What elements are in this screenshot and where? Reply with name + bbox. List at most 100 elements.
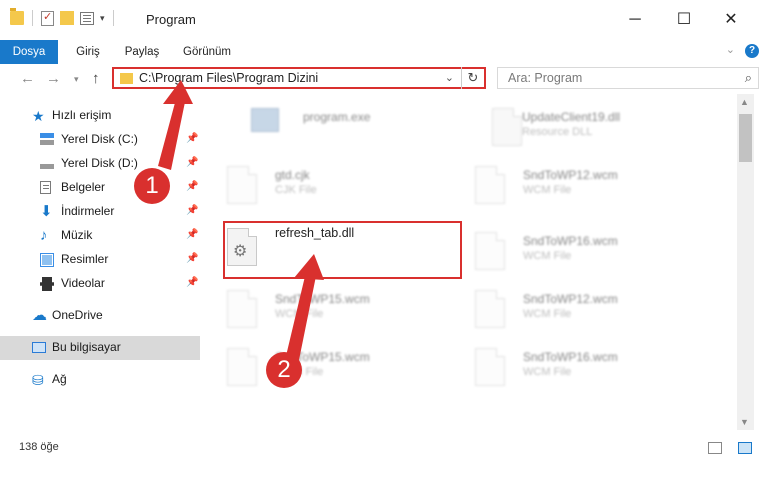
pin-icon[interactable]: 📌: [186, 253, 198, 264]
video-icon: [40, 277, 54, 291]
folder-icon: [120, 73, 133, 84]
help-icon[interactable]: ?: [745, 44, 759, 58]
sidebar-item-label: Resimler: [61, 252, 109, 266]
file-icon: [475, 232, 505, 270]
sidebar-item-videos[interactable]: Videolar 📌: [0, 272, 200, 296]
folder-icon: [10, 8, 24, 25]
file-item[interactable]: gtd.cjk CJK File: [205, 156, 443, 210]
file-name: UpdateClient19.dll: [522, 110, 621, 124]
sidebar-item-quick-access[interactable]: ★ Hızlı erişim: [0, 104, 200, 128]
sidebar-item-network[interactable]: ⛁ Ağ: [0, 368, 200, 392]
search-placeholder: Ara: Program: [508, 71, 583, 85]
file-icon: [475, 290, 505, 328]
file-icon: [227, 348, 257, 386]
file-item[interactable]: program.exe: [223, 98, 461, 152]
sidebar-item-disk-d[interactable]: Yerel Disk (D:) 📌: [0, 152, 200, 176]
file-item[interactable]: SndToWP12.wcm WCM File: [453, 280, 691, 334]
address-path[interactable]: C:\Program Files\Program Dizini: [139, 71, 318, 85]
sidebar-item-disk-c[interactable]: Yerel Disk (C:) 📌: [0, 128, 200, 152]
quick-access-toolbar: ▾: [10, 8, 116, 26]
search-input[interactable]: Ara: Program ⌕: [497, 67, 759, 89]
scroll-down-icon[interactable]: ▼: [740, 417, 749, 427]
item-count: 138 öğe: [19, 441, 59, 453]
recent-locations-caret-icon[interactable]: ▾: [74, 74, 79, 85]
view-options-icon[interactable]: [80, 11, 94, 25]
minimize-button[interactable]: ─: [612, 6, 658, 34]
tab-share[interactable]: Paylaş: [118, 40, 166, 64]
download-icon: ⬇: [40, 203, 53, 220]
file-name: SndToWP16.wcm: [523, 234, 618, 248]
dll-file-icon: [492, 108, 522, 146]
file-item[interactable]: SndToWP12.wcm WCM File: [453, 156, 691, 210]
file-type: WCM File: [523, 250, 572, 262]
file-name: SndToWP16.wcm: [523, 350, 618, 364]
pin-icon[interactable]: 📌: [186, 181, 198, 192]
address-bar[interactable]: C:\Program Files\Program Dizini ⌄ ↻: [112, 67, 486, 89]
sidebar-item-label: Bu bilgisayar: [52, 340, 121, 354]
expand-ribbon-chevron-icon[interactable]: ⌄: [726, 43, 735, 56]
pin-icon[interactable]: 📌: [186, 205, 198, 216]
new-folder-icon[interactable]: [60, 11, 74, 25]
sidebar-item-pictures[interactable]: Resimler 📌: [0, 248, 200, 272]
file-item[interactable]: SndToWP15.wcm WCM File: [205, 280, 443, 334]
file-icon: [475, 348, 505, 386]
pin-icon[interactable]: 📌: [186, 277, 198, 288]
file-icon: [475, 166, 505, 204]
properties-icon[interactable]: [41, 10, 54, 26]
step-badge-1: 1: [134, 168, 170, 204]
file-type: WCM File: [523, 308, 572, 320]
file-type: CJK File: [275, 184, 317, 196]
scroll-up-icon[interactable]: ▲: [740, 97, 749, 107]
sidebar-item-downloads[interactable]: ⬇ İndirmeler 📌: [0, 200, 200, 224]
forward-arrow-icon[interactable]: →: [46, 70, 61, 87]
file-item[interactable]: SndToWP16.wcm WCM File: [453, 338, 691, 392]
window-title: Program: [146, 12, 196, 27]
document-icon: [40, 181, 51, 194]
refresh-icon[interactable]: ↻: [461, 67, 484, 89]
back-arrow-icon[interactable]: ←: [20, 70, 35, 87]
file-type: WCM File: [523, 366, 572, 378]
sidebar-item-this-pc[interactable]: Bu bilgisayar: [0, 336, 200, 360]
vertical-scrollbar[interactable]: ▲ ▼: [737, 94, 754, 430]
sidebar-item-label: Videolar: [61, 276, 105, 290]
sidebar-item-onedrive[interactable]: ☁ OneDrive: [0, 304, 200, 328]
details-view-icon[interactable]: [708, 442, 722, 454]
pin-icon[interactable]: 📌: [186, 157, 198, 168]
file-item[interactable]: SndToWP16.wcm WCM File: [453, 222, 691, 276]
disk-icon: [40, 133, 54, 147]
network-icon: ⛁: [32, 372, 44, 388]
title-bar: ▾ Program ─ ☐ ✕: [0, 0, 769, 40]
file-item[interactable]: UpdateClient19.dll Resource DLL: [470, 98, 708, 152]
file-name: program.exe: [303, 110, 371, 124]
tab-view[interactable]: Görünüm: [176, 40, 238, 64]
sidebar-item-label: Yerel Disk (D:): [61, 156, 138, 170]
sidebar-item-documents[interactable]: Belgeler 📌: [0, 176, 200, 200]
scrollbar-thumb[interactable]: [739, 114, 752, 162]
address-dropdown-icon[interactable]: ⌄: [445, 71, 454, 84]
maximize-button[interactable]: ☐: [661, 6, 707, 34]
pin-icon[interactable]: 📌: [186, 229, 198, 240]
file-type: WCM File: [523, 184, 572, 196]
sidebar-item-label: OneDrive: [52, 308, 103, 322]
search-icon[interactable]: ⌕: [745, 70, 752, 86]
separator: [32, 10, 33, 26]
exe-icon: [251, 108, 279, 132]
sidebar-item-label: İndirmeler: [61, 204, 115, 218]
file-type: WCM File: [275, 308, 324, 320]
sidebar-item-label: Belgeler: [61, 180, 106, 194]
tab-home[interactable]: Giriş: [68, 40, 108, 64]
music-icon: ♪: [40, 227, 48, 244]
status-bar: 138 öğe: [0, 436, 769, 460]
file-item[interactable]: SndToWP15.wcm WCM File: [205, 338, 443, 392]
ribbon: Dosya Giriş Paylaş Görünüm ⌄ ?: [0, 40, 769, 94]
sidebar-item-label: Hızlı erişim: [52, 108, 112, 122]
close-button[interactable]: ✕: [708, 6, 754, 34]
up-arrow-icon[interactable]: ↑: [92, 70, 100, 87]
sidebar-item-music[interactable]: ♪ Müzik 📌: [0, 224, 200, 248]
sidebar-item-label: Müzik: [61, 228, 93, 242]
pin-icon[interactable]: 📌: [186, 133, 198, 144]
navigation-bar: ← → ▾ ↑ C:\Program Files\Program Dizini …: [0, 64, 769, 94]
large-icons-view-icon[interactable]: [738, 442, 752, 454]
customize-toolbar-caret-icon[interactable]: ▾: [100, 13, 105, 24]
separator: [112, 10, 114, 26]
